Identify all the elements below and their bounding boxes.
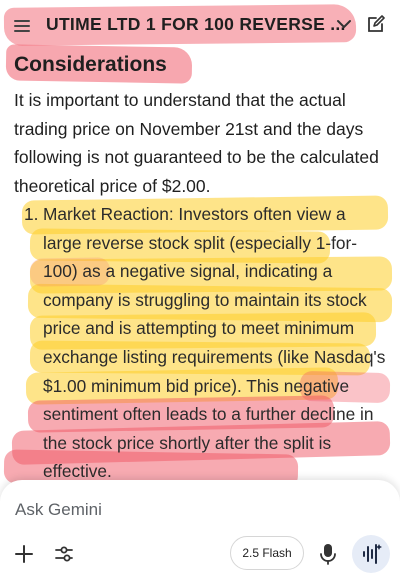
menu-icon[interactable]: [10, 14, 34, 38]
list-item-number: 1.: [24, 204, 39, 224]
chat-title[interactable]: UTIME LTD 1 FOR 100 REVERSE ...: [46, 14, 345, 35]
model-selector[interactable]: 2.5 Flash: [230, 536, 304, 570]
mic-icon[interactable]: [314, 540, 342, 568]
tune-icon[interactable]: [52, 542, 76, 566]
composer: Ask Gemini 2.5 Flash: [0, 480, 400, 578]
top-bar: UTIME LTD 1 FOR 100 REVERSE ...: [0, 0, 400, 50]
intro-paragraph: It is important to understand that the a…: [14, 90, 379, 196]
live-icon: [363, 544, 382, 564]
live-button[interactable]: [352, 535, 390, 573]
ask-input[interactable]: Ask Gemini: [15, 500, 102, 520]
edit-icon[interactable]: [364, 12, 388, 36]
plus-icon[interactable]: [12, 542, 36, 566]
list-item-text: Market Reaction: Investors often view a …: [43, 204, 386, 482]
chevron-down-icon[interactable]: [334, 12, 354, 36]
section-heading: Considerations: [14, 53, 167, 76]
